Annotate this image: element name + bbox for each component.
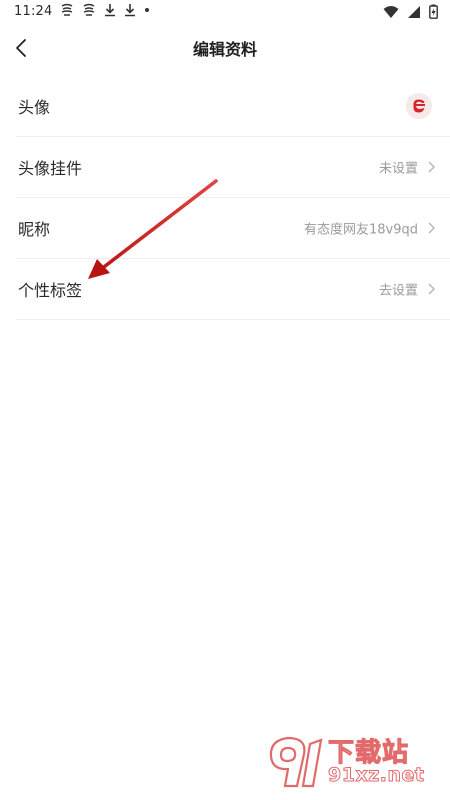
row-label: 个性标签 — [18, 281, 83, 300]
row-nickname[interactable]: 昵称 有态度网友18v9qd — [16, 198, 450, 259]
watermark: 下载站 91xz.net — [266, 732, 438, 792]
signal-icon — [407, 4, 421, 23]
status-time: 11:24 — [14, 4, 53, 19]
watermark-logo-icon — [269, 736, 323, 788]
row-personal-tags[interactable]: 个性标签 去设置 — [16, 259, 450, 320]
row-avatar-pendant[interactable]: 头像挂件 未设置 — [16, 137, 450, 198]
row-value: 有态度网友18v9qd — [303, 222, 418, 238]
watermark-url: 91xz.net — [327, 764, 425, 787]
row-label: 昵称 — [18, 220, 51, 239]
chevron-right-icon — [428, 161, 435, 173]
app-notification-icon — [82, 3, 96, 22]
row-value: 去设置 — [378, 283, 418, 299]
avatar-logo-icon[interactable] — [406, 93, 432, 119]
status-notification-icons — [60, 3, 150, 22]
chevron-right-icon — [428, 222, 435, 234]
wifi-icon — [383, 4, 399, 23]
download-icon — [124, 3, 136, 22]
row-avatar[interactable]: 头像 — [16, 76, 450, 137]
row-label: 头像挂件 — [18, 159, 83, 178]
row-label: 头像 — [18, 98, 51, 117]
status-system-icons — [383, 4, 438, 23]
status-bar: 11:24 — [0, 0, 450, 24]
chevron-right-icon — [428, 283, 435, 295]
page-title: 编辑资料 — [192, 40, 257, 59]
app-notification-icon — [60, 3, 74, 22]
dot-icon — [144, 3, 150, 22]
download-icon — [104, 3, 116, 22]
battery-icon — [429, 4, 438, 23]
nav-bar: 编辑资料 — [0, 24, 450, 72]
profile-settings-list: 头像 头像挂件 未设置 昵称 有态度网友18v9qd 个性标签 去设置 — [0, 76, 450, 320]
row-value: 未设置 — [378, 161, 418, 177]
